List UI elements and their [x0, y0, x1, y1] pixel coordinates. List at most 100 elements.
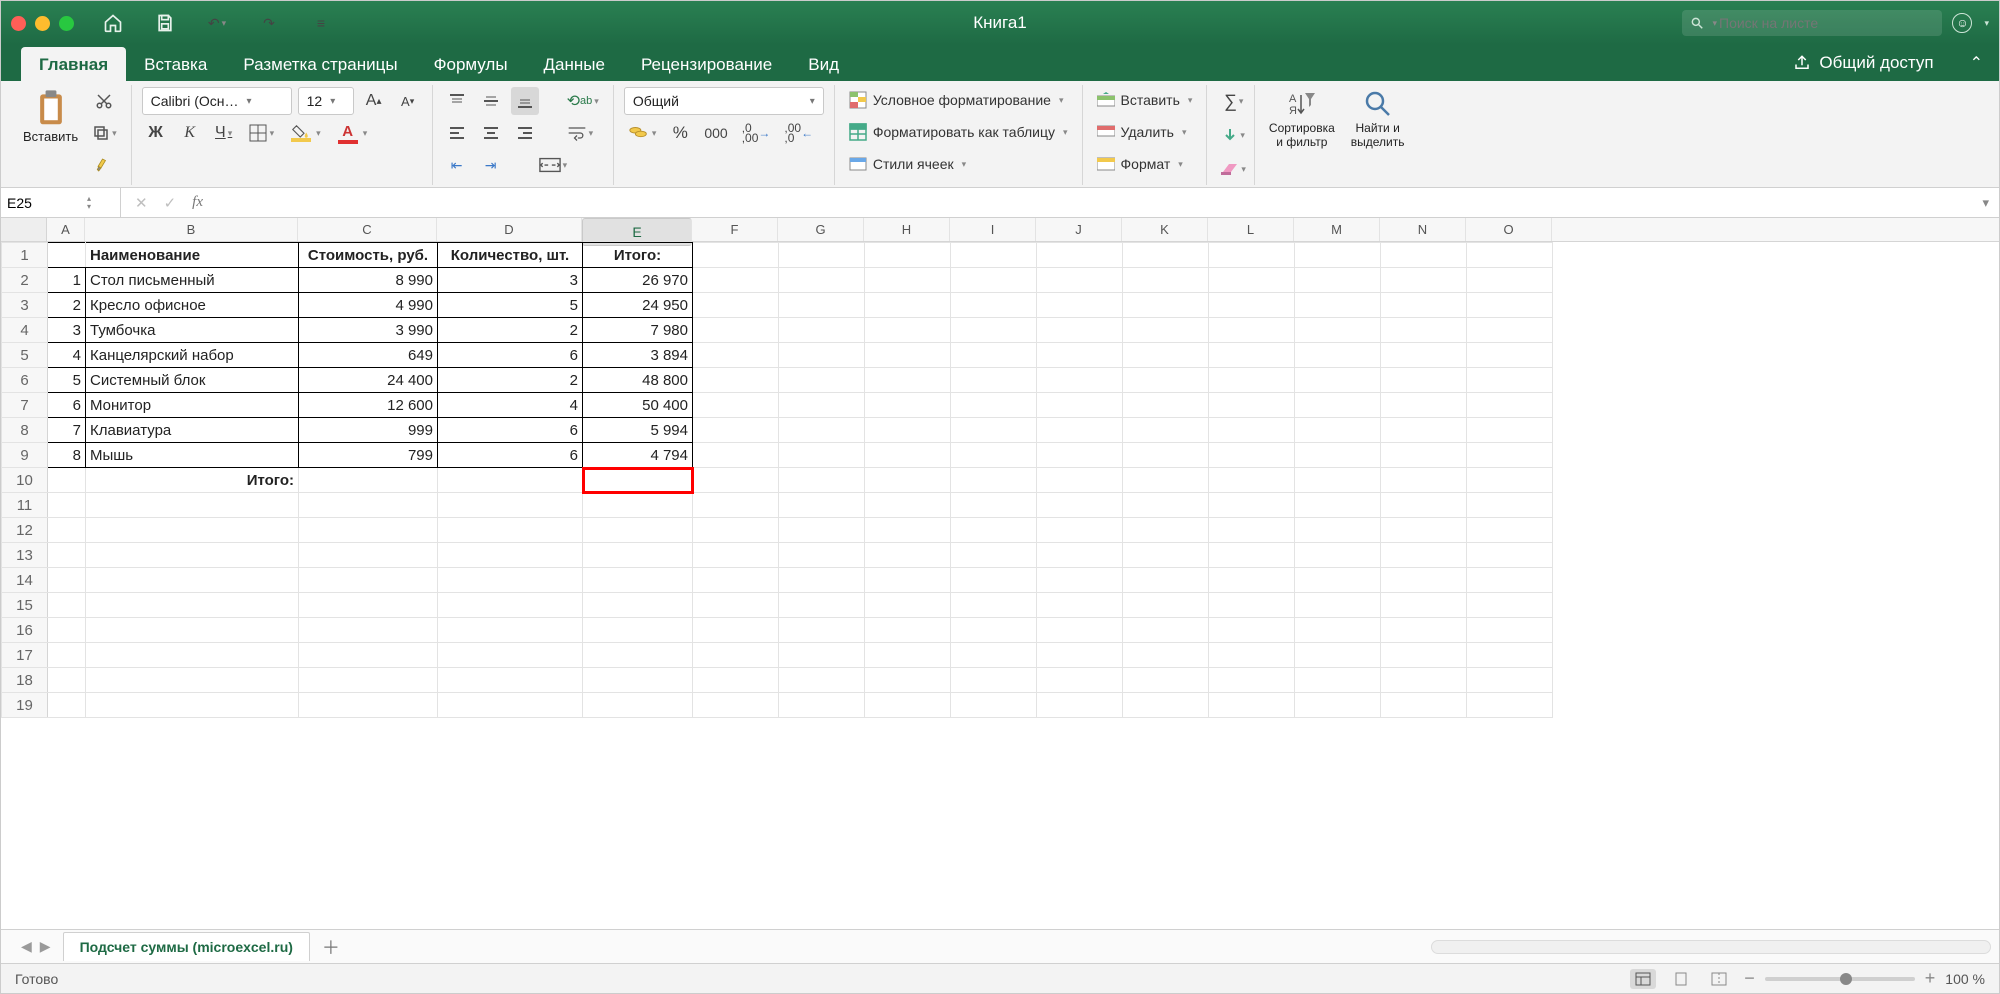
- cell[interactable]: [693, 543, 779, 568]
- cell[interactable]: [438, 693, 583, 718]
- cell[interactable]: [1467, 618, 1553, 643]
- item-total[interactable]: 3 894: [583, 343, 693, 368]
- cell[interactable]: [865, 468, 951, 493]
- cell[interactable]: [1037, 343, 1123, 368]
- cell[interactable]: [865, 268, 951, 293]
- cell[interactable]: [1295, 393, 1381, 418]
- cell[interactable]: [86, 643, 299, 668]
- search-input[interactable]: [1719, 15, 1934, 31]
- cell[interactable]: [1037, 468, 1123, 493]
- cell[interactable]: [1037, 268, 1123, 293]
- tab-insert[interactable]: Вставка: [126, 47, 225, 81]
- cell[interactable]: [299, 593, 438, 618]
- cell[interactable]: [1123, 343, 1209, 368]
- cell[interactable]: [1467, 268, 1553, 293]
- cell[interactable]: [1037, 393, 1123, 418]
- cell[interactable]: [438, 668, 583, 693]
- cell[interactable]: [779, 318, 865, 343]
- cell[interactable]: [48, 468, 86, 493]
- cell[interactable]: [1467, 343, 1553, 368]
- cell[interactable]: [1209, 343, 1295, 368]
- cell[interactable]: [1467, 318, 1553, 343]
- cut-icon[interactable]: [88, 87, 121, 115]
- feedback-dropdown-icon[interactable]: ▾: [1984, 18, 1989, 29]
- cell[interactable]: [1295, 668, 1381, 693]
- item-total[interactable]: 26 970: [583, 268, 693, 293]
- cell[interactable]: [583, 693, 693, 718]
- copy-icon[interactable]: ▾: [88, 119, 121, 147]
- cell[interactable]: [779, 518, 865, 543]
- cell[interactable]: [1295, 518, 1381, 543]
- cell[interactable]: [693, 293, 779, 318]
- cell[interactable]: [299, 493, 438, 518]
- cell[interactable]: [951, 243, 1037, 268]
- item-price[interactable]: 8 990: [299, 268, 438, 293]
- cell[interactable]: [951, 293, 1037, 318]
- col-header-D[interactable]: D: [437, 218, 582, 241]
- row-num[interactable]: 8: [48, 443, 86, 468]
- col-header-H[interactable]: H: [864, 218, 950, 241]
- item-price[interactable]: 12 600: [299, 393, 438, 418]
- borders-icon[interactable]: ▾: [244, 119, 279, 147]
- cell[interactable]: [1295, 643, 1381, 668]
- row-header[interactable]: 18: [2, 668, 48, 693]
- col-header-M[interactable]: M: [1294, 218, 1380, 241]
- cell[interactable]: [693, 518, 779, 543]
- cell[interactable]: [1037, 518, 1123, 543]
- cell[interactable]: [1037, 293, 1123, 318]
- cell[interactable]: [48, 643, 86, 668]
- row-header[interactable]: 16: [2, 618, 48, 643]
- cell[interactable]: [779, 418, 865, 443]
- cell[interactable]: [779, 693, 865, 718]
- cell[interactable]: [865, 418, 951, 443]
- cell[interactable]: [693, 693, 779, 718]
- cell[interactable]: [1209, 543, 1295, 568]
- cell[interactable]: [693, 393, 779, 418]
- cell[interactable]: [779, 293, 865, 318]
- cell[interactable]: [779, 568, 865, 593]
- cell[interactable]: [693, 318, 779, 343]
- row-num[interactable]: 1: [48, 268, 86, 293]
- cell[interactable]: [299, 693, 438, 718]
- select-all-corner[interactable]: [1, 218, 47, 241]
- cell[interactable]: [779, 393, 865, 418]
- cell[interactable]: [779, 668, 865, 693]
- cell[interactable]: [1209, 368, 1295, 393]
- orientation-icon[interactable]: ⟲ab▾: [563, 87, 603, 115]
- cell-styles-button[interactable]: Стили ячеек▾: [845, 151, 1072, 177]
- cell[interactable]: [1123, 293, 1209, 318]
- cell[interactable]: [1037, 643, 1123, 668]
- cell[interactable]: [693, 618, 779, 643]
- col-header-N[interactable]: N: [1380, 218, 1466, 241]
- cell[interactable]: [865, 493, 951, 518]
- find-select-button[interactable]: Найти и выделить: [1347, 87, 1409, 151]
- cell[interactable]: [1209, 468, 1295, 493]
- grid-table[interactable]: 1НаименованиеСтоимость, руб.Количество, …: [1, 242, 1553, 718]
- cell[interactable]: [779, 443, 865, 468]
- cell[interactable]: [865, 318, 951, 343]
- fx-icon[interactable]: fx: [192, 194, 203, 211]
- decrease-indent-icon[interactable]: ⇤: [443, 151, 471, 179]
- cell[interactable]: [48, 518, 86, 543]
- row-num[interactable]: 4: [48, 343, 86, 368]
- increase-decimal-icon[interactable]: ,0,00→: [738, 119, 775, 147]
- header-name[interactable]: Наименование: [86, 243, 299, 268]
- item-qty[interactable]: 2: [438, 318, 583, 343]
- cell[interactable]: [951, 568, 1037, 593]
- increase-font-icon[interactable]: A▴: [360, 87, 388, 115]
- cell[interactable]: [1381, 618, 1467, 643]
- col-header-F[interactable]: F: [692, 218, 778, 241]
- cell[interactable]: [1123, 693, 1209, 718]
- cell[interactable]: [1123, 468, 1209, 493]
- name-box-input[interactable]: [7, 195, 87, 211]
- item-name[interactable]: Монитор: [86, 393, 299, 418]
- cell[interactable]: [693, 468, 779, 493]
- cell[interactable]: [1123, 568, 1209, 593]
- sort-filter-button[interactable]: АЯ Сортировка и фильтр: [1265, 87, 1339, 151]
- zoom-in-button[interactable]: +: [1925, 968, 1936, 989]
- align-left-icon[interactable]: [443, 119, 471, 147]
- fill-icon[interactable]: ▾: [1217, 121, 1250, 149]
- header-price[interactable]: Стоимость, руб.: [299, 243, 438, 268]
- fill-color-icon[interactable]: ▾: [284, 119, 325, 147]
- align-bottom-icon[interactable]: [511, 87, 539, 115]
